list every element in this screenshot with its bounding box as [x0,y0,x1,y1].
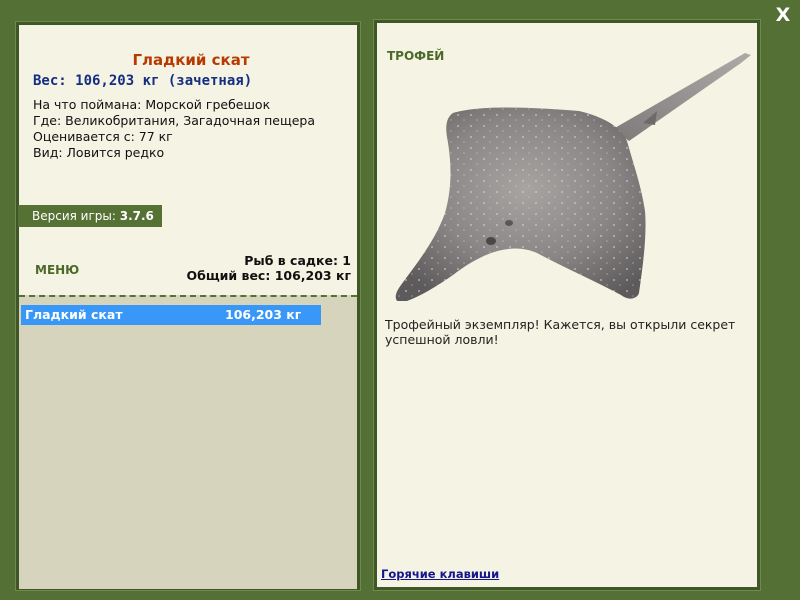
catch-list-item[interactable]: Гладкий скат 106,203 кг [21,305,321,325]
fish-weight: Вес: 106,203 кг (зачетная) [33,73,253,89]
total-weight: Общий вес: 106,203 кг [186,268,352,283]
catch-item-weight: 106,203 кг [225,307,302,322]
catch-list: Гладкий скат 106,203 кг [19,295,357,589]
version-value: 3.7.6 [119,209,154,223]
bait-line: На что поймана: Морской гребешок [33,97,271,112]
catch-stats: Рыб в садке: 1 Общий вес: 106,203 кг [187,253,352,283]
close-button[interactable]: X [772,4,794,26]
game-version-badge: Версия игры: 3.7.6 [18,205,162,227]
fish-name: Гладкий скат [132,51,250,69]
trophy-panel: ТРОФЕЙ Трофейный экземпляр! Кажется, вы … [374,20,760,590]
min-weight-line: Оценивается с: 77 кг [33,129,173,144]
menu-button[interactable]: МЕНЮ [35,263,79,277]
version-label: Версия игры: [32,209,116,223]
rarity-line: Вид: Ловится редко [33,145,165,160]
hotkeys-link[interactable]: Горячие клавиши [381,567,499,581]
fish-info-panel: Гладкий скат Вес: 106,203 кг (зачетная) … [16,22,360,590]
fish-count: Рыб в садке: 1 [244,253,351,268]
catch-item-name: Гладкий скат [25,307,123,322]
stingray-image [395,53,751,301]
fish-details: На что поймана: Морской гребешок Где: Ве… [33,97,315,161]
location-line: Где: Великобритания, Загадочная пещера [33,113,316,128]
trophy-message: Трофейный экземпляр! Кажется, вы открыли… [385,317,736,347]
